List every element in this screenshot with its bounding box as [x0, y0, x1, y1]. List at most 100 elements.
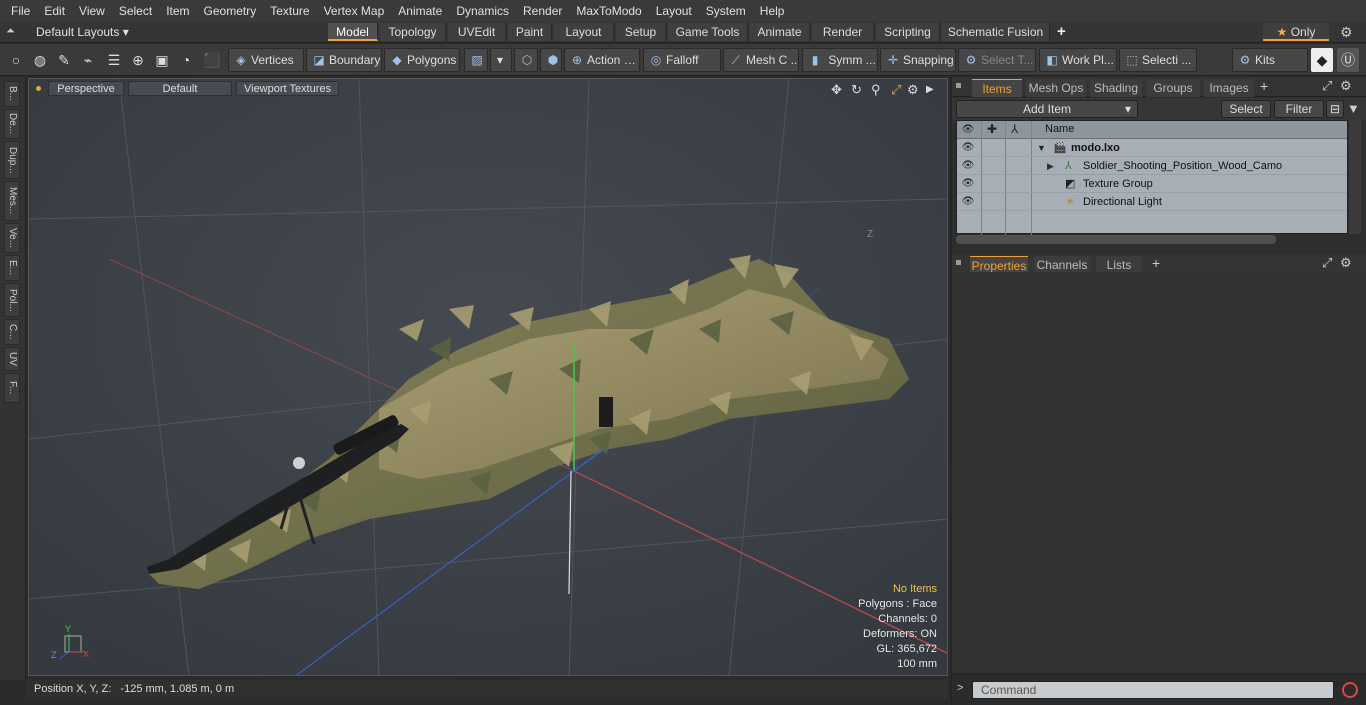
item-list-hscrollbar[interactable]: [956, 235, 1276, 244]
tab-scripting[interactable]: Scripting: [876, 23, 940, 41]
layout-home-icon[interactable]: ⏶: [6, 25, 20, 39]
menu-view[interactable]: View: [72, 4, 112, 18]
layouts-dropdown[interactable]: Default Layouts ▾: [36, 25, 129, 39]
item-mode-button[interactable]: ▨: [464, 48, 488, 72]
pivot-icon[interactable]: ◔: [175, 48, 197, 72]
3d-viewport[interactable]: Perspective Default Viewport Textures ✥ …: [28, 78, 948, 676]
menu-file[interactable]: File: [4, 4, 37, 18]
brush-icon[interactable]: ⌁: [77, 48, 99, 72]
mode-dropdown-button[interactable]: ▾: [490, 48, 512, 72]
tab-topology[interactable]: Topology: [380, 23, 446, 41]
filter-button[interactable]: Filter: [1274, 100, 1324, 118]
panel-gear-icon[interactable]: ⚙: [1340, 78, 1352, 94]
left-tab-basic[interactable]: B...: [4, 81, 20, 107]
cube-solid-icon[interactable]: ⬛: [201, 48, 223, 72]
tab-render[interactable]: Render: [812, 23, 874, 41]
tab-animate[interactable]: Animate: [750, 23, 810, 41]
tab-uvedit[interactable]: UVEdit: [448, 23, 506, 41]
item-list-vscrollbar[interactable]: [1349, 120, 1361, 234]
add-tab-icon[interactable]: +: [1260, 78, 1268, 94]
menu-help[interactable]: Help: [753, 4, 792, 18]
menu-dynamics[interactable]: Dynamics: [449, 4, 516, 18]
menu-maxtomodo[interactable]: MaxToModo: [569, 4, 648, 18]
menu-system[interactable]: System: [699, 4, 753, 18]
tab-mesh-ops[interactable]: Mesh Ops: [1026, 79, 1086, 97]
left-tab-polygon[interactable]: Pol...: [4, 283, 20, 317]
add-item-button[interactable]: Add Item ▾: [956, 100, 1138, 118]
funnel-icon[interactable]: ▼: [1347, 101, 1360, 116]
left-tab-curve[interactable]: C...: [4, 319, 20, 345]
eye-icon[interactable]: 👁: [961, 195, 975, 209]
selection-sets-button[interactable]: ⬚ Selecti ...: [1119, 48, 1197, 72]
menu-vertex-map[interactable]: Vertex Map: [317, 4, 392, 18]
list-item[interactable]: 👁 ▶ ⅄ Soldier_Shooting_Position_Wood_Cam…: [957, 157, 1347, 175]
select-through-button[interactable]: ⚙ Select T...: [958, 48, 1036, 72]
left-tab-edge[interactable]: E...: [4, 255, 20, 281]
menu-item[interactable]: Item: [159, 4, 196, 18]
work-plane-button[interactable]: ◧ Work Pl...: [1039, 48, 1117, 72]
name-column-header[interactable]: Name: [1045, 123, 1074, 135]
add-tab-icon[interactable]: +: [1057, 23, 1066, 40]
panel-menu-icon[interactable]: [956, 260, 961, 265]
tab-model[interactable]: Model: [328, 23, 378, 41]
unreal-icon[interactable]: Ⓤ: [1337, 48, 1359, 72]
expand-arrow-icon[interactable]: ▶: [1047, 157, 1054, 175]
menu-edit[interactable]: Edit: [37, 4, 72, 18]
pan-icon[interactable]: ✥: [831, 82, 842, 98]
center-icon[interactable]: ⊕: [127, 48, 149, 72]
play-icon[interactable]: ▶: [926, 84, 934, 95]
tab-shading[interactable]: Shading: [1090, 79, 1142, 97]
left-tab-uv[interactable]: UV: [4, 347, 20, 371]
unity-icon[interactable]: ◆: [1311, 48, 1333, 72]
pivot-mode-button[interactable]: ⬢: [540, 48, 562, 72]
left-tab-fusion[interactable]: F...: [4, 373, 20, 403]
list-item[interactable]: 👁 ▼ 🎬 modo.lxo: [957, 139, 1347, 157]
polygons-button[interactable]: ◆ Polygons: [384, 48, 460, 72]
left-tab-duplicate[interactable]: Dup...: [4, 141, 20, 179]
snapping-button[interactable]: ✛ Snapping: [880, 48, 956, 72]
tab-groups[interactable]: Groups: [1146, 79, 1200, 97]
viewport-textures-dropdown[interactable]: Viewport Textures: [236, 81, 339, 96]
vertices-button[interactable]: ◈ Vertices: [228, 48, 304, 72]
tab-setup[interactable]: Setup: [616, 23, 666, 41]
tab-images[interactable]: Images: [1204, 79, 1254, 97]
tab-schematic-fusion[interactable]: Schematic Fusion: [942, 23, 1050, 41]
tab-items[interactable]: Items: [972, 79, 1022, 97]
menu-select[interactable]: Select: [112, 4, 159, 18]
menu-texture[interactable]: Texture: [263, 4, 316, 18]
expand-icon[interactable]: ⤢: [1322, 255, 1332, 271]
globe-icon[interactable]: ◍: [29, 48, 51, 72]
maximize-icon[interactable]: ⤢: [891, 82, 901, 98]
expand-arrow-icon[interactable]: ▼: [1037, 139, 1046, 157]
list-item[interactable]: 👁 ☀ Directional Light: [957, 193, 1347, 211]
kits-button[interactable]: ⚙ Kits: [1232, 48, 1308, 72]
select-button[interactable]: Select: [1221, 100, 1271, 118]
left-tab-deform[interactable]: De...: [4, 109, 20, 139]
pen-icon[interactable]: ✎: [53, 48, 75, 72]
falloff-button[interactable]: ◎ Falloff: [643, 48, 721, 72]
menu-geometry[interactable]: Geometry: [197, 4, 264, 18]
only-toggle[interactable]: ★ Only: [1263, 23, 1329, 41]
expand-icon[interactable]: ⤢: [1322, 78, 1332, 94]
view-mode-dropdown[interactable]: Perspective: [48, 81, 124, 96]
tab-layout[interactable]: Layout: [554, 23, 614, 41]
add-tab-icon[interactable]: +: [1152, 255, 1160, 271]
frame-icon[interactable]: ▣: [151, 48, 173, 72]
eye-icon[interactable]: 👁: [961, 177, 975, 191]
action-center-button[interactable]: ⊕ Action …: [564, 48, 640, 72]
zoom-icon[interactable]: ⚲: [871, 82, 881, 98]
menu-layout[interactable]: Layout: [649, 4, 699, 18]
material-mode-button[interactable]: ⬡: [514, 48, 538, 72]
circle-select-icon[interactable]: ○: [5, 48, 27, 72]
record-icon[interactable]: [1342, 682, 1358, 698]
gear-icon[interactable]: ⚙: [1340, 24, 1353, 41]
list-item[interactable]: 👁 ◩ Texture Group: [957, 175, 1347, 193]
eye-icon[interactable]: 👁: [961, 141, 975, 155]
panel-gear-icon[interactable]: ⚙: [1340, 255, 1352, 271]
eye-icon[interactable]: 👁: [961, 159, 975, 173]
boundary-button[interactable]: ◪ Boundary: [306, 48, 382, 72]
left-tab-vertex[interactable]: Ve...: [4, 223, 20, 253]
shading-dropdown[interactable]: Default: [128, 81, 232, 96]
collapse-button[interactable]: ⊟: [1326, 100, 1344, 118]
tab-paint[interactable]: Paint: [508, 23, 552, 41]
